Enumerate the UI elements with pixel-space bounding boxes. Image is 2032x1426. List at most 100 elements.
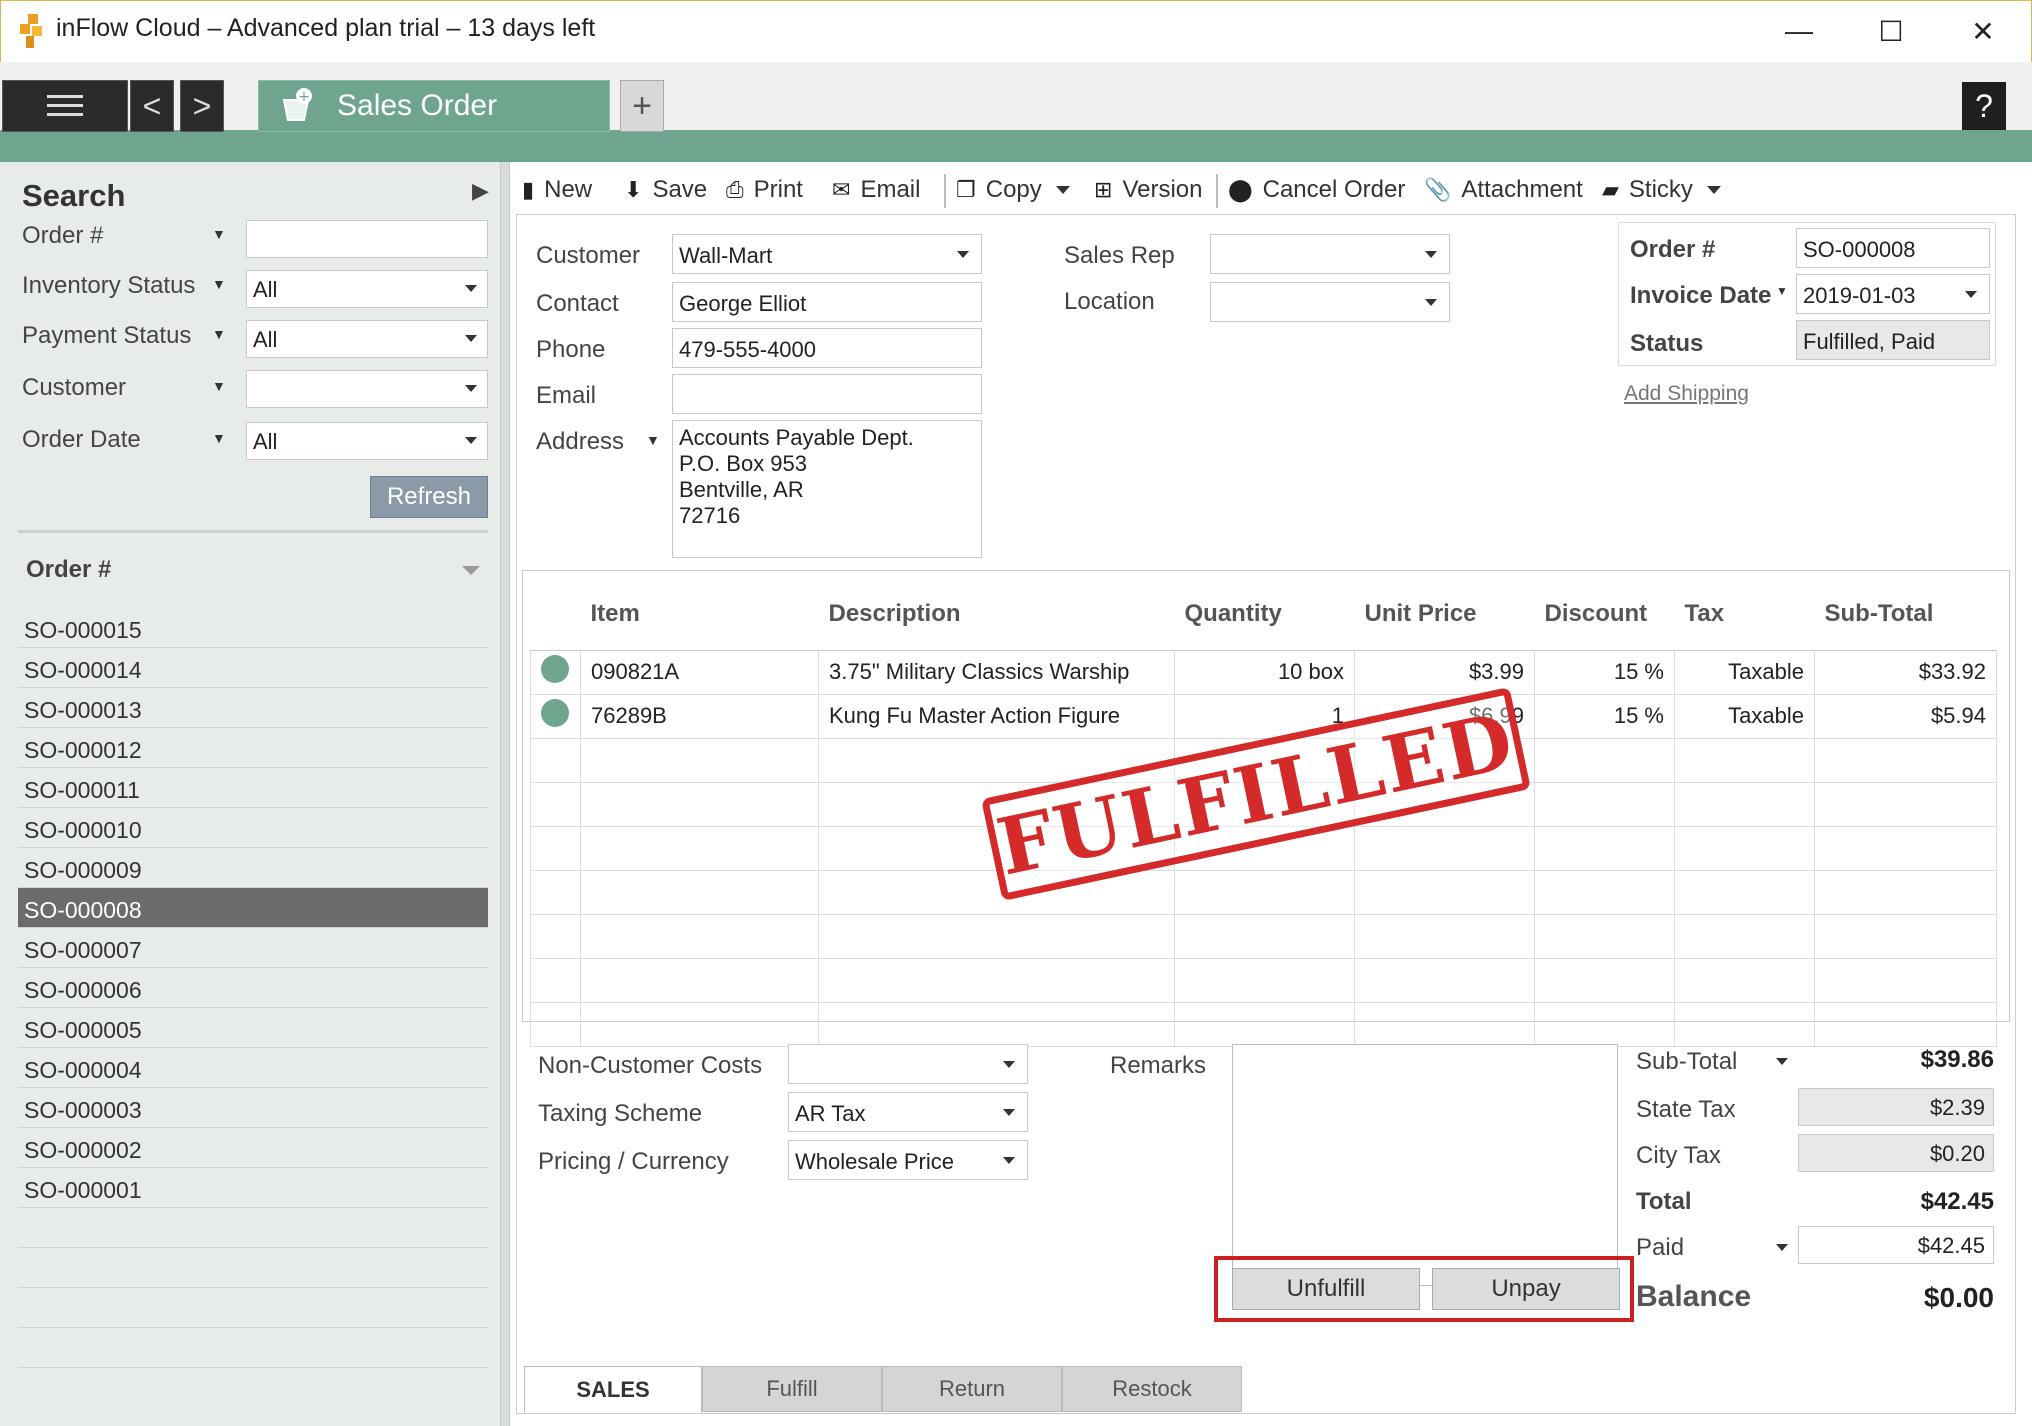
list-item[interactable]: SO-000004 bbox=[18, 1048, 488, 1088]
email-button[interactable]: ✉ Email bbox=[832, 166, 920, 214]
order-list-header[interactable]: Order # bbox=[26, 556, 111, 584]
column-header[interactable]: Tax bbox=[1674, 578, 1815, 651]
address-field[interactable]: Accounts Payable Dept. P.O. Box 953 Bent… bbox=[672, 420, 982, 558]
forward-button[interactable]: > bbox=[180, 80, 224, 132]
table-row[interactable]: 090821A 3.75" Military Classics Warship … bbox=[530, 649, 1997, 695]
print-button[interactable]: ⎙ Print bbox=[726, 166, 803, 214]
minimize-button[interactable]: — bbox=[1764, 8, 1834, 54]
tab-sales[interactable]: SALES bbox=[524, 1366, 702, 1412]
inventory-status-select[interactable]: All bbox=[246, 270, 488, 308]
discount-cell[interactable]: 15 % bbox=[1534, 693, 1675, 739]
attachment-button[interactable]: 📎 Attachment bbox=[1424, 166, 1583, 214]
filter-caret-icon[interactable]: ▼ bbox=[212, 378, 226, 394]
list-item-selected[interactable]: SO-000008 bbox=[18, 888, 488, 928]
order-no-field[interactable]: SO-000008 bbox=[1796, 228, 1990, 268]
empty-row[interactable] bbox=[530, 1001, 1997, 1047]
maximize-button[interactable]: ☐ bbox=[1856, 8, 1926, 54]
tax-cell[interactable]: Taxable bbox=[1674, 649, 1815, 695]
balance-value: $0.00 bbox=[1923, 1282, 1994, 1313]
filter-label-inventory-status: Inventory Status bbox=[22, 272, 196, 299]
unit-price-cell[interactable]: $3.99 bbox=[1354, 649, 1535, 695]
close-button[interactable]: ✕ bbox=[1948, 8, 2018, 54]
list-item[interactable]: SO-000007 bbox=[18, 928, 488, 968]
description-cell[interactable]: Kung Fu Master Action Figure bbox=[818, 693, 1175, 739]
city-tax-label: City Tax bbox=[1636, 1142, 1721, 1169]
discount-cell[interactable]: 15 % bbox=[1534, 649, 1675, 695]
list-item[interactable]: SO-000002 bbox=[18, 1128, 488, 1168]
tax-cell[interactable]: Taxable bbox=[1674, 693, 1815, 739]
help-button[interactable]: ? bbox=[1962, 82, 2006, 130]
column-header[interactable]: Unit Price bbox=[1354, 578, 1535, 651]
add-shipping-link[interactable]: Add Shipping bbox=[1624, 382, 1749, 406]
unfulfill-button[interactable]: Unfulfill bbox=[1232, 1268, 1420, 1310]
back-button[interactable]: < bbox=[130, 80, 174, 132]
payment-status-select[interactable]: All bbox=[246, 320, 488, 358]
list-item[interactable]: SO-000011 bbox=[18, 768, 488, 808]
description-cell[interactable]: 3.75" Military Classics Warship bbox=[818, 649, 1175, 695]
remarks-textarea[interactable] bbox=[1232, 1044, 1618, 1286]
customer-filter-select[interactable] bbox=[246, 370, 488, 408]
column-header[interactable]: Item bbox=[580, 578, 819, 651]
sidebar-splitter[interactable] bbox=[500, 162, 510, 1426]
tab-fulfill[interactable]: Fulfill bbox=[702, 1366, 882, 1412]
empty-row[interactable] bbox=[530, 913, 1997, 959]
list-item[interactable]: SO-000013 bbox=[18, 688, 488, 728]
order-date-select[interactable]: All bbox=[246, 422, 488, 460]
address-caret-icon[interactable]: ▼ bbox=[646, 432, 660, 448]
list-item[interactable]: SO-000014 bbox=[18, 648, 488, 688]
phone-field[interactable]: 479-555-4000 bbox=[672, 328, 982, 368]
refresh-button[interactable]: Refresh bbox=[370, 476, 488, 518]
list-item[interactable]: SO-000005 bbox=[18, 1008, 488, 1048]
list-item[interactable]: SO-000006 bbox=[18, 968, 488, 1008]
tab-return[interactable]: Return bbox=[882, 1366, 1062, 1412]
filter-caret-icon[interactable]: ▼ bbox=[212, 326, 226, 342]
version-button[interactable]: ⊞ Version bbox=[1094, 166, 1203, 214]
non-customer-costs-select[interactable] bbox=[788, 1044, 1028, 1084]
column-header[interactable]: Description bbox=[818, 578, 1175, 651]
contact-field[interactable]: George Elliot bbox=[672, 282, 982, 322]
customer-select[interactable]: Wall-Mart bbox=[672, 234, 982, 274]
paid-field[interactable]: $42.45 bbox=[1798, 1226, 1994, 1264]
list-item[interactable]: SO-000012 bbox=[18, 728, 488, 768]
email-field[interactable] bbox=[672, 374, 982, 414]
sticky-button[interactable]: ▰ Sticky bbox=[1602, 166, 1721, 214]
sales-order-icon: + bbox=[282, 88, 312, 121]
quantity-cell[interactable]: 10 box bbox=[1174, 649, 1355, 695]
taxing-scheme-select[interactable]: AR Tax bbox=[788, 1092, 1028, 1132]
column-header[interactable]: Sub-Total bbox=[1814, 578, 1997, 651]
filter-caret-icon[interactable]: ▼ bbox=[212, 276, 226, 292]
sales-rep-select[interactable] bbox=[1210, 234, 1450, 274]
table-row[interactable]: 76289B Kung Fu Master Action Figure 1 $6… bbox=[530, 693, 1997, 739]
invoice-date-caret-icon[interactable]: ▼ bbox=[1776, 284, 1788, 298]
empty-row[interactable] bbox=[530, 869, 1997, 915]
list-item[interactable]: SO-000010 bbox=[18, 808, 488, 848]
list-item[interactable]: SO-000009 bbox=[18, 848, 488, 888]
collapse-arrow-icon[interactable]: ▶ bbox=[472, 178, 489, 204]
filter-caret-icon[interactable]: ▼ bbox=[212, 430, 226, 446]
copy-button[interactable]: ❐ Copy bbox=[956, 166, 1070, 214]
list-item[interactable]: SO-000003 bbox=[18, 1088, 488, 1128]
paid-caret-icon[interactable] bbox=[1776, 1244, 1788, 1251]
new-button[interactable]: ▮ New bbox=[522, 166, 592, 214]
sort-caret-icon[interactable] bbox=[462, 566, 480, 575]
cancel-order-button[interactable]: ⬤ Cancel Order bbox=[1228, 166, 1405, 214]
tab-restock[interactable]: Restock bbox=[1062, 1366, 1242, 1412]
column-header[interactable]: Quantity bbox=[1174, 578, 1355, 651]
location-select[interactable] bbox=[1210, 282, 1450, 322]
save-button[interactable]: ⬇ Save bbox=[624, 166, 707, 214]
item-cell[interactable]: 090821A bbox=[580, 649, 819, 695]
status-field: Fulfilled, Paid bbox=[1796, 320, 1990, 360]
invoice-date-picker[interactable]: 2019-01-03 bbox=[1796, 274, 1990, 314]
list-item[interactable]: SO-000015 bbox=[18, 608, 488, 648]
hamburger-menu-button[interactable] bbox=[2, 80, 128, 132]
new-tab-button[interactable]: + bbox=[620, 80, 664, 132]
empty-row[interactable] bbox=[530, 957, 1997, 1003]
item-cell[interactable]: 76289B bbox=[580, 693, 819, 739]
order-no-filter-input[interactable] bbox=[246, 220, 488, 258]
list-item[interactable]: SO-000001 bbox=[18, 1168, 488, 1208]
pricing-currency-select[interactable]: Wholesale Price bbox=[788, 1140, 1028, 1180]
unpay-button[interactable]: Unpay bbox=[1432, 1268, 1620, 1310]
column-header[interactable]: Discount bbox=[1534, 578, 1675, 651]
subtotal-caret-icon[interactable] bbox=[1776, 1058, 1788, 1065]
filter-caret-icon[interactable]: ▼ bbox=[212, 226, 226, 242]
